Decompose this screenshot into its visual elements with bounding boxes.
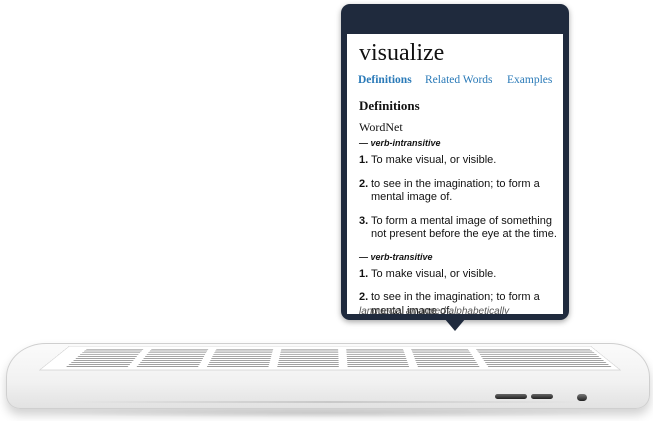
definition-text: to see in the imagination; to form a men…: [371, 177, 540, 204]
page-text-column: [410, 347, 481, 369]
page-text-column: [64, 347, 145, 369]
definition-list: 1. To make visual, or visible. 2. to see…: [359, 154, 559, 242]
page-text-column: [276, 347, 339, 369]
definition-item: 1. To make visual, or visible.: [359, 268, 559, 282]
tablet-screen[interactable]: [38, 346, 622, 371]
power-button[interactable]: [577, 394, 587, 401]
definition-source: WordNet: [359, 120, 403, 134]
tablet-device: [6, 343, 650, 409]
definition-number: 3.: [359, 214, 369, 227]
page-turn-button[interactable]: [531, 394, 553, 399]
tablet-edge: [67, 401, 589, 403]
page-text-column: [135, 347, 210, 369]
dictionary-popover: visualize Definitions Related Words Exam…: [341, 4, 569, 320]
section-title: Definitions: [359, 98, 420, 113]
definition-number: 1.: [359, 267, 369, 280]
page-text-column: [346, 347, 410, 369]
tab-related-words[interactable]: Related Words: [425, 74, 493, 86]
definition-text: To make visual, or visible.: [371, 267, 497, 280]
definition-item: 2. to see in the imagination; to form a …: [359, 178, 559, 205]
popover-content: visualize Definitions Related Words Exam…: [347, 34, 563, 314]
definition-text: To make visual, or visible.: [371, 154, 497, 166]
definition-text: To form a mental image of something not …: [371, 214, 557, 241]
device-reflection: [40, 408, 610, 418]
clipped-underlying-text: language, arranged alphabetically: [359, 306, 510, 314]
tab-definitions[interactable]: Definitions: [358, 74, 412, 86]
page-turn-button[interactable]: [495, 394, 527, 399]
popover-pointer: [444, 318, 466, 331]
definition-item: 3. To form a mental image of something n…: [359, 215, 559, 242]
part-of-speech: — verb-intransitive: [359, 138, 441, 148]
tab-examples[interactable]: Examples: [507, 74, 552, 86]
definitions-panel: Definitions WordNet — verb-intransitive …: [359, 98, 559, 314]
page-text-column: [206, 347, 274, 369]
looked-up-word: visualize: [359, 40, 445, 66]
definition-number: 1.: [359, 154, 369, 166]
part-of-speech: — verb-transitive: [359, 251, 433, 262]
definition-number: 2.: [359, 177, 369, 190]
definition-item: 1. To make visual, or visible.: [359, 154, 559, 168]
